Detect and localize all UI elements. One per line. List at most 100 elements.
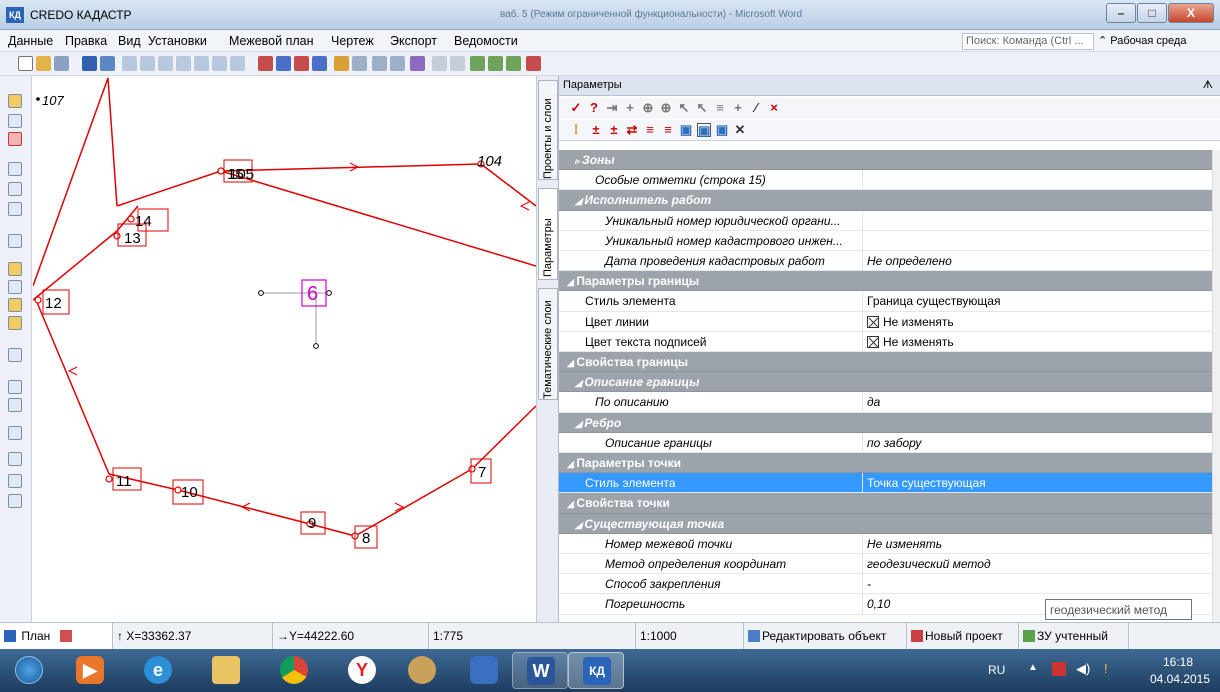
boundary-line-segment[interactable] bbox=[35, 299, 110, 475]
object-edit-icon[interactable]: ▣ bbox=[697, 123, 711, 138]
select-points-icon[interactable]: ⁞ bbox=[569, 123, 583, 137]
boundary-point-marker[interactable] bbox=[34, 296, 42, 304]
zoom-in-icon[interactable] bbox=[140, 56, 155, 71]
line-tool-icon[interactable] bbox=[488, 56, 503, 71]
pan-icon[interactable] bbox=[230, 56, 245, 71]
drawing-canvas[interactable]: 107 15 105 104 14 13 12 11 10 9 8 7 6 bbox=[33, 76, 536, 622]
insert-point-tool-icon[interactable] bbox=[8, 474, 22, 488]
boundary-point-marker[interactable] bbox=[113, 232, 121, 240]
taskbar-internet-explorer[interactable]: e bbox=[130, 652, 186, 689]
percent-icon[interactable] bbox=[526, 56, 541, 71]
volume-icon[interactable]: ◀) bbox=[1076, 661, 1090, 677]
point-6-marker[interactable]: 6 bbox=[258, 279, 332, 349]
property-value-cell[interactable]: Не изменять bbox=[864, 312, 1213, 331]
boundary-point-marker[interactable] bbox=[217, 167, 225, 175]
property-value-cell[interactable]: Не изменять bbox=[864, 332, 1213, 351]
menu-view[interactable]: Вид bbox=[118, 34, 141, 48]
property-value-cell[interactable]: - bbox=[864, 574, 1213, 593]
document-edit-tool-icon[interactable] bbox=[8, 398, 22, 412]
insert-label-tool-icon[interactable] bbox=[8, 494, 22, 508]
menu-boundary-plan[interactable]: Межевой план bbox=[229, 34, 314, 48]
measure-icon[interactable] bbox=[352, 56, 367, 71]
boundary-line-segment[interactable] bbox=[177, 489, 311, 525]
minimize-button[interactable]: – bbox=[1106, 3, 1136, 23]
info-icon[interactable] bbox=[82, 56, 97, 71]
boundary-line-segment[interactable] bbox=[220, 170, 536, 267]
pin-icon[interactable]: ᗑ bbox=[1203, 79, 1213, 92]
workspace-menu[interactable]: ⌃ Рабочая среда bbox=[1098, 34, 1186, 47]
copy-icon[interactable]: ▣ bbox=[679, 123, 693, 137]
show-hidden-icons-icon[interactable]: ▲ bbox=[1028, 662, 1038, 673]
property-value-cell[interactable]: Точка существующая bbox=[864, 473, 1213, 492]
layer-edit-icon[interactable] bbox=[276, 56, 291, 71]
collapse-arrow-icon[interactable]: ◢ bbox=[575, 378, 584, 388]
crosshair-icon[interactable]: + bbox=[623, 101, 637, 115]
collapse-arrow-icon[interactable]: ◢ bbox=[575, 520, 584, 530]
polygon-tool-icon[interactable] bbox=[506, 56, 521, 71]
align-icon[interactable]: ≡ bbox=[713, 101, 727, 115]
delete-icon[interactable]: ✕ bbox=[733, 123, 747, 137]
property-row[interactable]: Стиль элемента Граница существующая bbox=[559, 291, 1213, 312]
property-value-cell[interactable]: Граница существующая bbox=[864, 291, 1213, 310]
zoom-fit-icon[interactable] bbox=[122, 56, 137, 71]
color-checkbox-icon[interactable] bbox=[867, 335, 879, 348]
copy-tool-icon[interactable] bbox=[8, 348, 22, 362]
properties-icon[interactable] bbox=[100, 56, 115, 71]
property-group-row[interactable]: ◢ Исполнитель работ bbox=[559, 190, 1213, 211]
collapse-arrow-icon[interactable]: ◢ bbox=[567, 499, 576, 509]
property-row[interactable]: Дата проведения кадастровых работ Не опре… bbox=[559, 251, 1213, 272]
apply-icon[interactable]: ✓ bbox=[569, 101, 583, 115]
pipette-icon[interactable]: ⁄ bbox=[749, 101, 763, 115]
property-group-row[interactable]: ◢ Ребро bbox=[559, 412, 1213, 433]
properties-tool-icon[interactable] bbox=[8, 94, 22, 108]
clock-date[interactable]: 04.04.2015 bbox=[1148, 672, 1212, 686]
zoom-window-icon[interactable] bbox=[176, 56, 191, 71]
split-tool-icon[interactable] bbox=[8, 316, 22, 330]
property-row[interactable]: Метод определения координат геодезический… bbox=[559, 554, 1213, 575]
command-search-input[interactable]: Поиск: Команда (Ctrl ... bbox=[962, 33, 1094, 50]
taskbar-paint[interactable] bbox=[394, 652, 450, 689]
menu-edit[interactable]: Правка bbox=[65, 34, 107, 48]
zoom-previous-icon[interactable] bbox=[194, 56, 209, 71]
taskbar-chrome[interactable] bbox=[266, 652, 322, 689]
target-icon[interactable]: ⊕ bbox=[641, 101, 655, 115]
boundary-line-segment[interactable] bbox=[107, 77, 118, 207]
language-indicator[interactable]: RU bbox=[988, 663, 1005, 677]
property-row[interactable]: Уникальный номер кадастрового инжен... bbox=[559, 230, 1213, 251]
property-value-cell[interactable]: Не определено bbox=[864, 251, 1213, 270]
tab-thematic-layers[interactable]: Тематические слои bbox=[538, 288, 558, 400]
merge-tool-icon[interactable] bbox=[8, 298, 22, 312]
point-tool-icon[interactable] bbox=[470, 56, 485, 71]
property-row[interactable]: Особые отметки (строка 15) bbox=[559, 170, 1213, 191]
reverse-icon[interactable]: ⇄ bbox=[625, 123, 639, 137]
new-file-icon[interactable] bbox=[18, 56, 33, 71]
property-value-cell[interactable]: геодезический метод bbox=[864, 554, 1213, 573]
menu-reports[interactable]: Ведомости bbox=[454, 34, 518, 48]
cancel-icon[interactable]: × bbox=[767, 101, 781, 115]
scale-display[interactable]: 1:1000 bbox=[636, 623, 744, 650]
boundary-line-segment[interactable] bbox=[116, 170, 222, 207]
boundary-line-segment[interactable] bbox=[33, 77, 109, 287]
taskbar-yandex[interactable]: Y bbox=[334, 652, 390, 689]
taskbar-explorer[interactable] bbox=[198, 652, 254, 689]
property-value-cell[interactable] bbox=[864, 231, 1213, 250]
menu-export[interactable]: Экспорт bbox=[390, 34, 437, 48]
property-group-row[interactable]: ◢ Свойства границы bbox=[559, 352, 1213, 373]
cursor-icon[interactable]: ↖ bbox=[677, 101, 691, 115]
zoom-out-icon[interactable] bbox=[158, 56, 173, 71]
action-center-icon[interactable] bbox=[1052, 662, 1066, 676]
property-row[interactable]: Уникальный номер юридической органи... bbox=[559, 210, 1213, 231]
table-tool-icon[interactable] bbox=[8, 280, 22, 294]
insert-tool-icon[interactable] bbox=[8, 452, 22, 466]
close-button[interactable]: X bbox=[1168, 3, 1214, 23]
property-value-cell[interactable]: по забору bbox=[864, 433, 1213, 452]
tab-plan[interactable]: План bbox=[0, 623, 113, 650]
property-group-row[interactable]: ◢ Параметры точки bbox=[559, 453, 1213, 474]
undo-icon[interactable] bbox=[432, 56, 447, 71]
maximize-button[interactable]: □ bbox=[1137, 3, 1167, 23]
remove-boundary-icon[interactable]: ± bbox=[607, 123, 621, 137]
edit-object-button[interactable]: Редактировать объект bbox=[744, 623, 907, 650]
registered-parcel-button[interactable]: ЗУ учтенный bbox=[1019, 623, 1129, 650]
snap-icon[interactable]: + bbox=[731, 101, 745, 115]
collapse-arrow-icon[interactable]: ◢ bbox=[567, 459, 576, 469]
